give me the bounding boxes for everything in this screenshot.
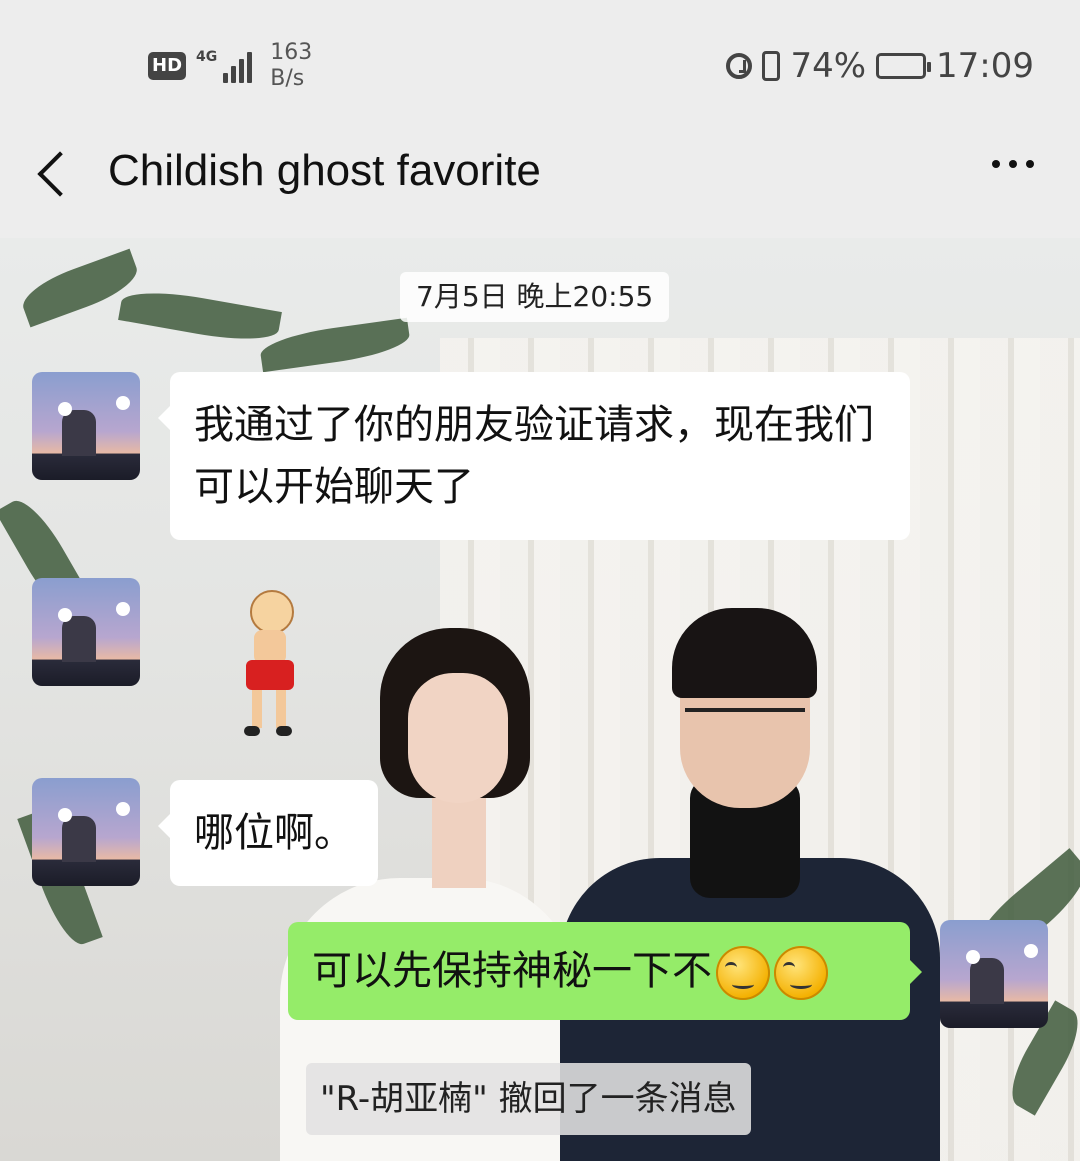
smirk-emoji-icon bbox=[774, 946, 828, 1000]
chevron-left-icon[interactable] bbox=[30, 148, 80, 198]
chat-header: Childish ghost favorite bbox=[0, 120, 1080, 238]
message-bubble-sent[interactable]: 可以先保持神秘一下不 bbox=[288, 922, 922, 1020]
contact-avatar[interactable] bbox=[32, 372, 140, 480]
network-speed-unit: B/s bbox=[270, 66, 305, 91]
my-avatar[interactable] bbox=[940, 920, 1048, 1028]
message-text: 可以先保持神秘一下不 bbox=[312, 948, 712, 994]
battery-percent: 74% bbox=[790, 46, 867, 86]
chat-title: Childish ghost favorite bbox=[108, 146, 541, 195]
contact-avatar[interactable] bbox=[32, 578, 140, 686]
status-right: 74% 17:09 bbox=[726, 46, 1034, 86]
background-leaf bbox=[258, 317, 412, 373]
smirk-emoji-icon bbox=[716, 946, 770, 1000]
background-leaf bbox=[118, 284, 282, 348]
network-speed-value: 163 bbox=[270, 40, 313, 65]
chat-area[interactable]: 7月5日 晚上20:55 我通过了你的朋友验证请求，现在我们可以开始聊天了 哪位… bbox=[0, 238, 1080, 1161]
battery-icon bbox=[876, 53, 932, 79]
message-bubble-received[interactable]: 我通过了你的朋友验证请求，现在我们可以开始聊天了 bbox=[158, 372, 910, 540]
contact-avatar[interactable] bbox=[32, 778, 140, 886]
clock: 17:09 bbox=[936, 46, 1034, 86]
network-speed: 163 B/s bbox=[270, 40, 312, 92]
vibrate-icon bbox=[762, 51, 781, 81]
dancing-man-sticker[interactable] bbox=[232, 590, 304, 740]
recall-notice: "R-胡亚楠" 撤回了一条消息 bbox=[306, 1063, 751, 1135]
more-dots-icon[interactable] bbox=[992, 160, 1034, 168]
network-type-label: 4G bbox=[196, 49, 218, 65]
message-bubble-received[interactable]: 哪位啊。 bbox=[158, 780, 378, 886]
message-timestamp: 7月5日 晚上20:55 bbox=[400, 272, 670, 322]
status-left: HD 4G 163 B/s bbox=[148, 40, 312, 92]
alarm-icon bbox=[726, 53, 753, 79]
cellular-signal-icon: 4G bbox=[196, 49, 253, 83]
status-bar: HD 4G 163 B/s 74% 17:09 bbox=[0, 0, 1080, 120]
hd-icon: HD bbox=[148, 52, 187, 80]
